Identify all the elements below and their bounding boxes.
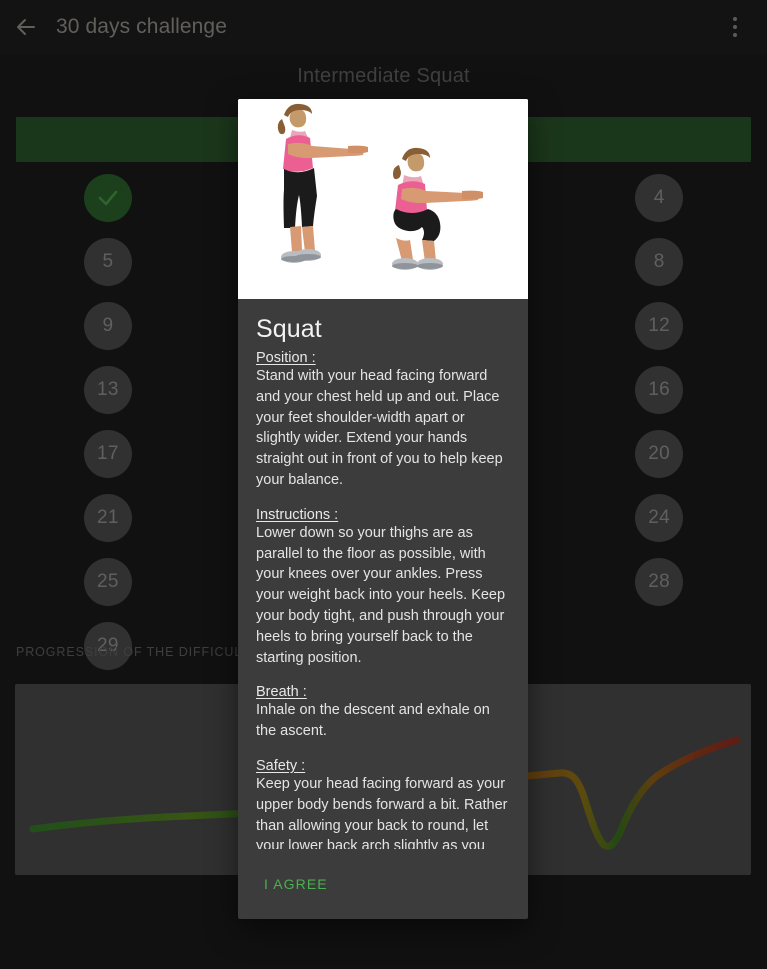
dialog-section: Breath : Inhale on the descent and exhale… [256,684,510,742]
dialog-actions: I AGREE [238,849,528,919]
dialog-section: Instructions : Lower down so your thighs … [256,507,510,669]
section-text: Keep your head facing forward as your up… [256,775,508,849]
section-heading: Position : [256,350,316,366]
section-heading: Safety : [256,757,306,774]
exercise-info-dialog: Squat Position : Stand with your head fac… [238,99,528,919]
dialog-body: Squat Position : Stand with your head fac… [238,299,528,849]
dialog-section: Safety : Keep your head facing forward as… [256,758,510,849]
section-text: Inhale on the descent and exhale on the … [256,702,490,740]
dialog-section: Position : Stand with your head facing fo… [256,350,510,491]
squat-demonstration-photo [238,99,528,299]
section-heading: Instructions : [256,506,339,523]
dialog-title: Squat [256,315,322,343]
section-heading: Breath : [256,684,307,701]
section-text: Stand with your head facing forward and … [256,368,503,488]
dialog-sections: Position : Stand with your head facing fo… [256,350,510,849]
app-root: 30 days challenge Intermediate Squat 458… [0,0,767,969]
i-agree-button[interactable]: I AGREE [256,868,336,900]
section-text: Lower down so your thighs are as paralle… [256,524,506,666]
